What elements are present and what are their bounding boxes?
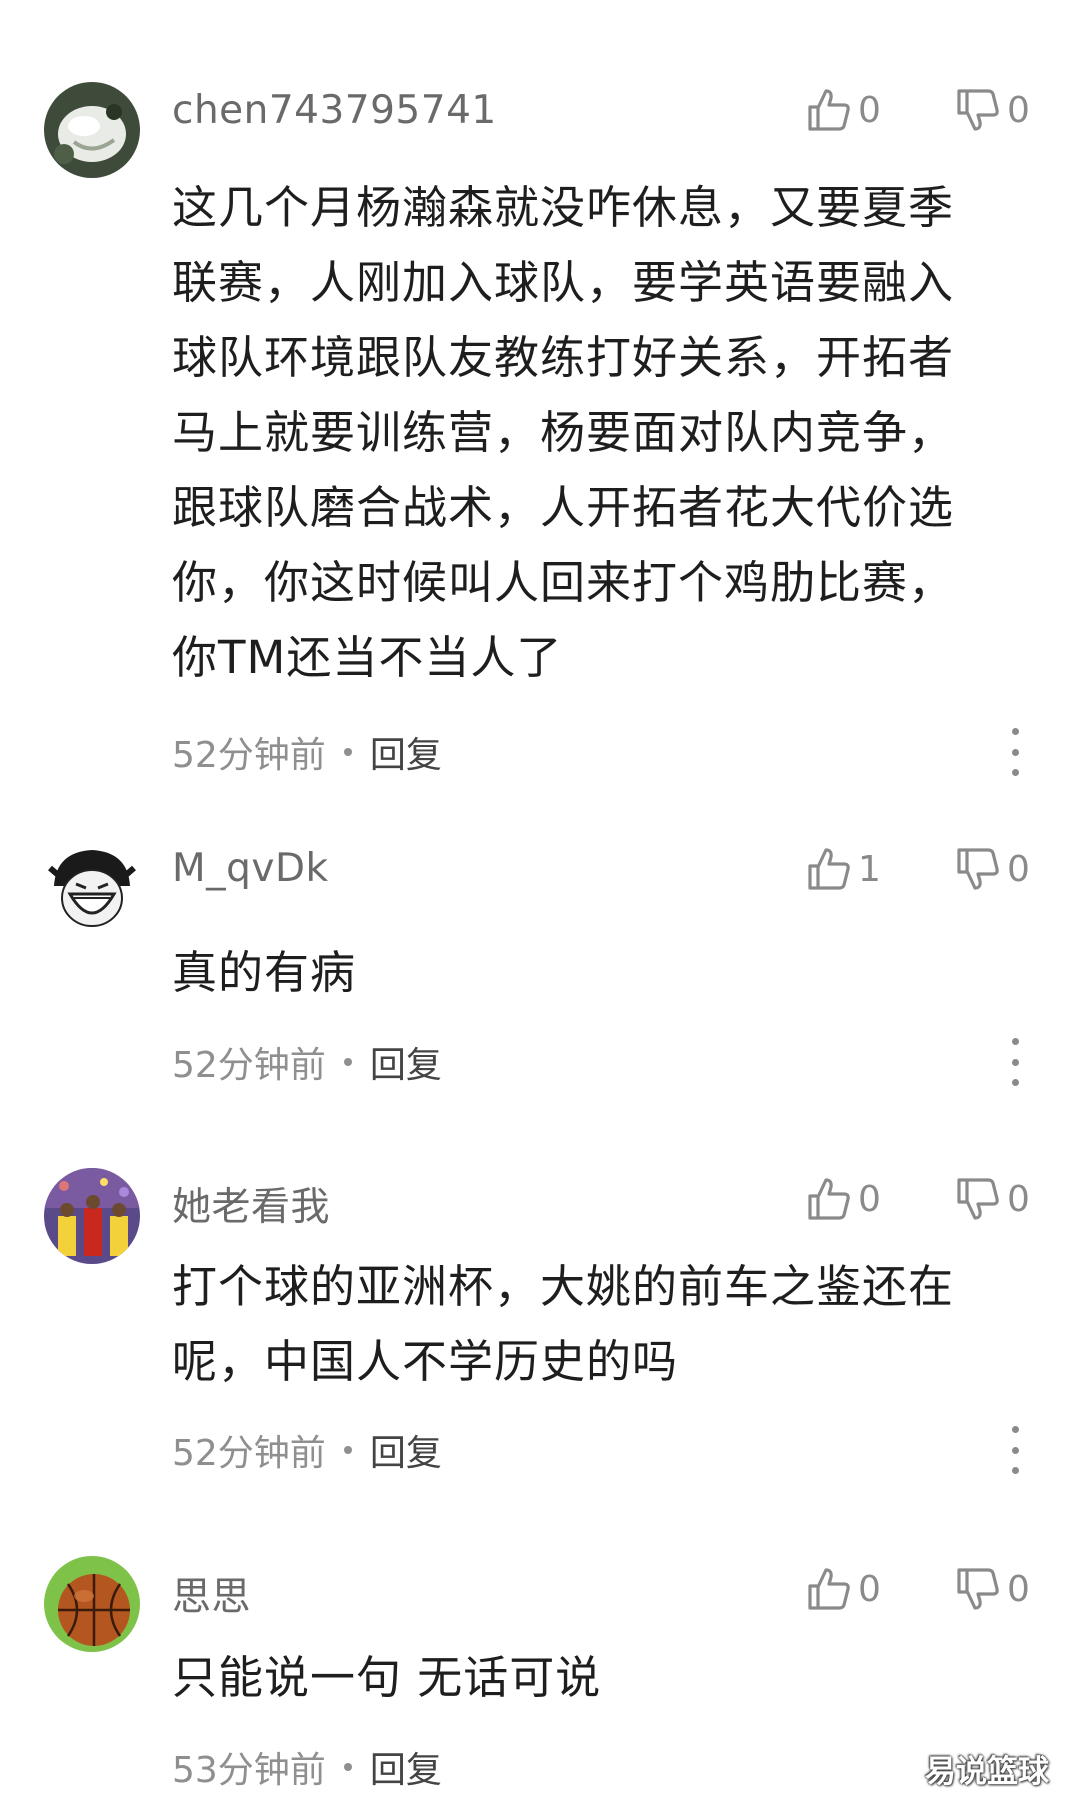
like-button[interactable]: 0 [806, 1563, 881, 1615]
dislike-button[interactable]: 0 [955, 1173, 1030, 1225]
user-avatar[interactable] [44, 82, 140, 178]
comment-text: 这几个月杨瀚森就没咋休息，又要夏季 联赛，人刚加入球队，要学英语要融入 球队环境… [172, 170, 1032, 695]
like-count: 0 [858, 89, 881, 131]
dislike-button[interactable]: 0 [955, 84, 1030, 136]
comment-text: 真的有病 [172, 935, 1032, 1010]
comment-line: 呢，中国人不学历史的吗 [172, 1335, 679, 1388]
separator-dot [343, 748, 352, 756]
more-vertical-icon[interactable] [1000, 1038, 1030, 1086]
user-avatar[interactable] [44, 840, 140, 936]
reply-button[interactable]: 回复 [370, 1036, 442, 1088]
dislike-count: 0 [1007, 89, 1030, 131]
comment-line: 打个球的亚洲杯，大姚的前车之鉴还在 [172, 1260, 955, 1313]
comment-line: 真的有病 [172, 946, 357, 999]
thumbs-up-icon [808, 1178, 850, 1220]
like-button[interactable]: 0 [806, 84, 881, 136]
separator-dot [343, 1058, 352, 1066]
thumbs-down-icon [957, 848, 999, 890]
thumbs-up-icon [808, 1568, 850, 1610]
dislike-count: 0 [1007, 1178, 1030, 1220]
comment-text: 打个球的亚洲杯，大姚的前车之鉴还在 呢，中国人不学历史的吗 [172, 1249, 1032, 1399]
comment-meta: 52分钟前 回复 [172, 726, 442, 778]
comment-line: 跟球队磨合战术，人开拓者花大代价选 [172, 481, 955, 534]
like-count: 0 [858, 1568, 881, 1610]
timestamp: 52分钟前 [172, 1433, 326, 1474]
like-button[interactable]: 1 [806, 843, 881, 895]
timestamp: 52分钟前 [172, 1045, 326, 1086]
timestamp: 52分钟前 [172, 735, 326, 776]
separator-dot [343, 1446, 352, 1454]
dislike-count: 0 [1007, 848, 1030, 890]
comment-line: 马上就要训练营，杨要面对队内竞争， [172, 406, 955, 459]
username[interactable]: 她老看我 [172, 1176, 330, 1232]
thumbs-down-icon [957, 89, 999, 131]
comment-text: 只能说一句 无话可说 [172, 1640, 1032, 1715]
more-vertical-icon[interactable] [1000, 728, 1030, 776]
user-avatar[interactable] [44, 1556, 140, 1652]
comment-line: 球队环境跟队友教练打好关系，开拓者 [172, 331, 955, 384]
user-avatar[interactable] [44, 1168, 140, 1264]
dislike-button[interactable]: 0 [955, 1563, 1030, 1615]
username[interactable]: 思思 [172, 1566, 251, 1622]
comment-meta: 52分钟前 回复 [172, 1424, 442, 1476]
comment-meta: 53分钟前 回复 [172, 1741, 442, 1793]
comment-line: 你，你这时候叫人回来打个鸡肋比赛， [172, 556, 955, 609]
dislike-button[interactable]: 0 [955, 843, 1030, 895]
like-count: 1 [858, 848, 881, 890]
username[interactable]: chen743795741 [172, 88, 497, 133]
like-count: 0 [858, 1178, 881, 1220]
thumbs-up-icon [808, 89, 850, 131]
reply-button[interactable]: 回复 [370, 1424, 442, 1476]
reply-button[interactable]: 回复 [370, 726, 442, 778]
comment-line: 你TM还当不当人了 [172, 631, 563, 684]
thumbs-up-icon [808, 848, 850, 890]
thumbs-down-icon [957, 1568, 999, 1610]
thumbs-down-icon [957, 1178, 999, 1220]
comment-line: 联赛，人刚加入球队，要学英语要融入 [172, 256, 955, 309]
comment-line: 只能说一句 无话可说 [172, 1651, 602, 1704]
watermark: 易说篮球 [925, 1754, 1049, 1790]
comment-meta: 52分钟前 回复 [172, 1036, 442, 1088]
like-button[interactable]: 0 [806, 1173, 881, 1225]
dislike-count: 0 [1007, 1568, 1030, 1610]
username[interactable]: M_qvDk [172, 846, 329, 891]
more-vertical-icon[interactable] [1000, 1426, 1030, 1474]
reply-button[interactable]: 回复 [370, 1741, 442, 1793]
separator-dot [343, 1763, 352, 1771]
comment-line: 这几个月杨瀚森就没咋休息，又要夏季 [172, 181, 955, 234]
timestamp: 53分钟前 [172, 1750, 326, 1791]
